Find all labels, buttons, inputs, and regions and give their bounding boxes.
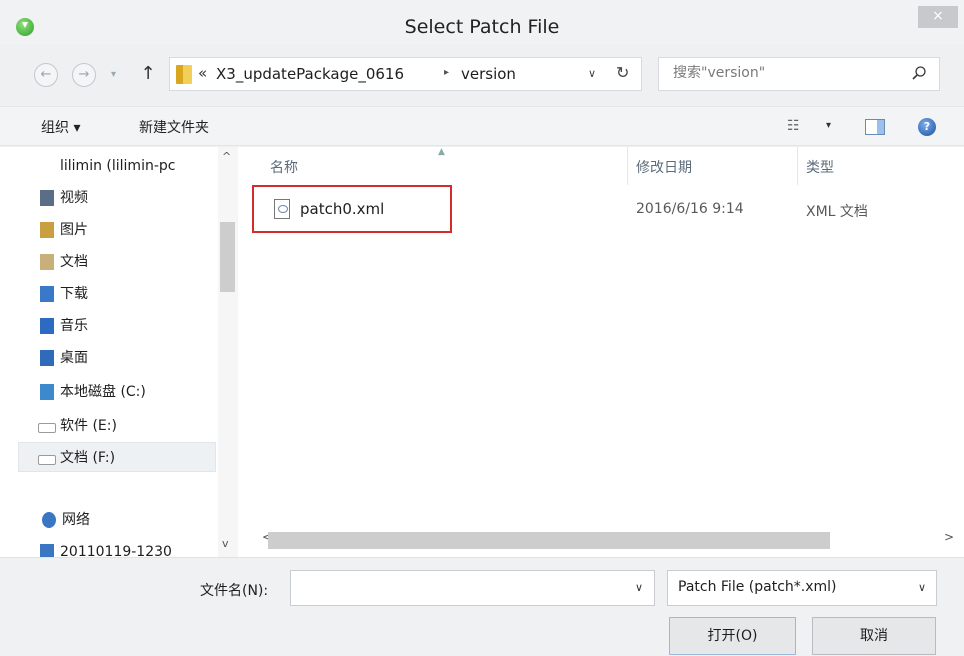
refresh-button[interactable]: ↻: [616, 63, 629, 82]
scroll-right-button[interactable]: >: [944, 530, 954, 544]
nav-item[interactable]: 视频: [40, 185, 88, 211]
file-modified-date: 2016/6/16 9:14: [636, 201, 744, 217]
video-library-icon: [40, 190, 54, 206]
music-library-icon: [40, 318, 54, 334]
breadcrumb-item-package[interactable]: X3_updatePackage_0616: [216, 65, 404, 83]
filename-dropdown-button[interactable]: ∨: [635, 581, 643, 594]
file-name[interactable]: patch0.xml: [300, 200, 384, 218]
local-disk-icon: [40, 384, 54, 400]
nav-scroll-down-button[interactable]: v: [222, 537, 229, 550]
nav-item-label: lilimin (lilimin-pc: [60, 158, 176, 174]
nav-item-label: 软件 (E:): [60, 418, 117, 434]
nav-item[interactable]: lilimin (lilimin-pc: [60, 153, 216, 179]
command-bar: 组织 ▾ 新建文件夹 ☷ ▾ ?: [0, 106, 964, 146]
nav-item-label: 桌面: [60, 350, 88, 366]
search-input[interactable]: [671, 64, 895, 82]
up-button[interactable]: ↑: [138, 61, 158, 87]
file-type: XML 文档: [806, 204, 868, 220]
breadcrumb-item-version[interactable]: version: [461, 65, 516, 83]
nav-item[interactable]: 本地磁盘 (C:): [40, 379, 146, 405]
xml-file-icon: [274, 199, 290, 219]
title-bar: Select Patch File ×: [0, 0, 964, 44]
nav-item-label: 文档 (F:): [60, 450, 116, 466]
nav-item[interactable]: 下载: [40, 281, 88, 307]
dialog-footer: 文件名(N): ∨ Patch File (patch*.xml) ∨ 打开(O…: [0, 557, 964, 656]
close-button[interactable]: ×: [918, 6, 958, 28]
cancel-button[interactable]: 取消: [812, 617, 936, 655]
nav-item[interactable]: 桌面: [40, 345, 88, 371]
open-button[interactable]: 打开(O): [669, 617, 796, 655]
nav-item-label: 图片: [60, 222, 88, 238]
nav-item-label: 视频: [60, 190, 88, 206]
search-box[interactable]: [658, 57, 940, 91]
address-dropdown-button[interactable]: ∨: [588, 67, 596, 80]
desktop-folder-icon: [40, 350, 54, 366]
preview-pane-icon[interactable]: [865, 119, 885, 135]
filename-combobox[interactable]: ∨: [290, 570, 655, 606]
address-bar[interactable]: « X3_updatePackage_0616 ▸ version ∨ ↻: [169, 57, 642, 91]
nav-scrollbar[interactable]: [218, 147, 238, 557]
navigation-pane[interactable]: lilimin (lilimin-pc 视频图片文档下载音乐桌面本地磁盘 (C:)…: [0, 147, 240, 560]
nav-item[interactable]: 文档: [40, 249, 88, 275]
column-header-modified[interactable]: 修改日期: [636, 157, 692, 177]
pictures-library-icon: [40, 222, 54, 238]
filename-label: 文件名(N):: [200, 583, 269, 599]
nav-scroll-up-button[interactable]: ^: [222, 150, 231, 163]
nav-item[interactable]: 网络: [42, 507, 90, 533]
drive-icon: [38, 455, 56, 465]
recent-locations-dropdown[interactable]: ▾: [111, 64, 125, 86]
nav-item[interactable]: 图片: [40, 217, 88, 243]
nav-item-label: 音乐: [60, 318, 88, 334]
forward-button[interactable]: →: [72, 63, 96, 87]
nav-item-label: 下载: [60, 286, 88, 302]
sort-ascending-icon: ▲: [438, 147, 445, 157]
filetype-dropdown-button[interactable]: ∨: [918, 581, 926, 594]
help-icon[interactable]: ?: [918, 118, 936, 136]
column-header-name[interactable]: 名称: [270, 157, 298, 177]
network-icon: [42, 512, 56, 528]
nav-scroll-thumb[interactable]: [220, 222, 235, 292]
filetype-value: Patch File (patch*.xml): [678, 579, 837, 595]
view-options-icon[interactable]: ☷: [787, 118, 800, 134]
column-divider[interactable]: [797, 147, 798, 185]
drive-icon: [38, 423, 56, 433]
window-title: Select Patch File: [404, 16, 560, 38]
breadcrumb-separator[interactable]: ▸: [444, 67, 449, 78]
nav-item-label: 文档: [60, 254, 88, 270]
filetype-select[interactable]: Patch File (patch*.xml) ∨: [667, 570, 937, 606]
filename-input[interactable]: [299, 579, 623, 597]
view-dropdown-button[interactable]: ▾: [826, 120, 831, 131]
breadcrumb-overflow[interactable]: «: [198, 64, 207, 82]
search-icon[interactable]: [911, 65, 927, 81]
nav-item[interactable]: 文档 (F:): [38, 445, 116, 471]
column-divider[interactable]: [627, 147, 628, 185]
nav-item-label: 本地磁盘 (C:): [60, 384, 146, 400]
nav-item[interactable]: 音乐: [40, 313, 88, 339]
folder-icon: [176, 65, 192, 84]
horizontal-scroll-thumb[interactable]: [268, 532, 830, 549]
nav-item-label: 网络: [62, 512, 90, 528]
downloads-folder-icon: [40, 286, 54, 302]
file-row-patch0[interactable]: patch0.xml: [252, 185, 452, 233]
back-button[interactable]: ←: [34, 63, 58, 87]
organize-button[interactable]: 组织 ▾: [41, 117, 80, 137]
new-folder-button[interactable]: 新建文件夹: [139, 117, 209, 137]
documents-library-icon: [40, 254, 54, 270]
column-header-type[interactable]: 类型: [806, 157, 834, 177]
nav-item[interactable]: 软件 (E:): [38, 413, 117, 439]
file-list[interactable]: 名称 ▲ 修改日期 类型 patch0.xml 2016/6/16 9:14 X…: [240, 147, 964, 557]
